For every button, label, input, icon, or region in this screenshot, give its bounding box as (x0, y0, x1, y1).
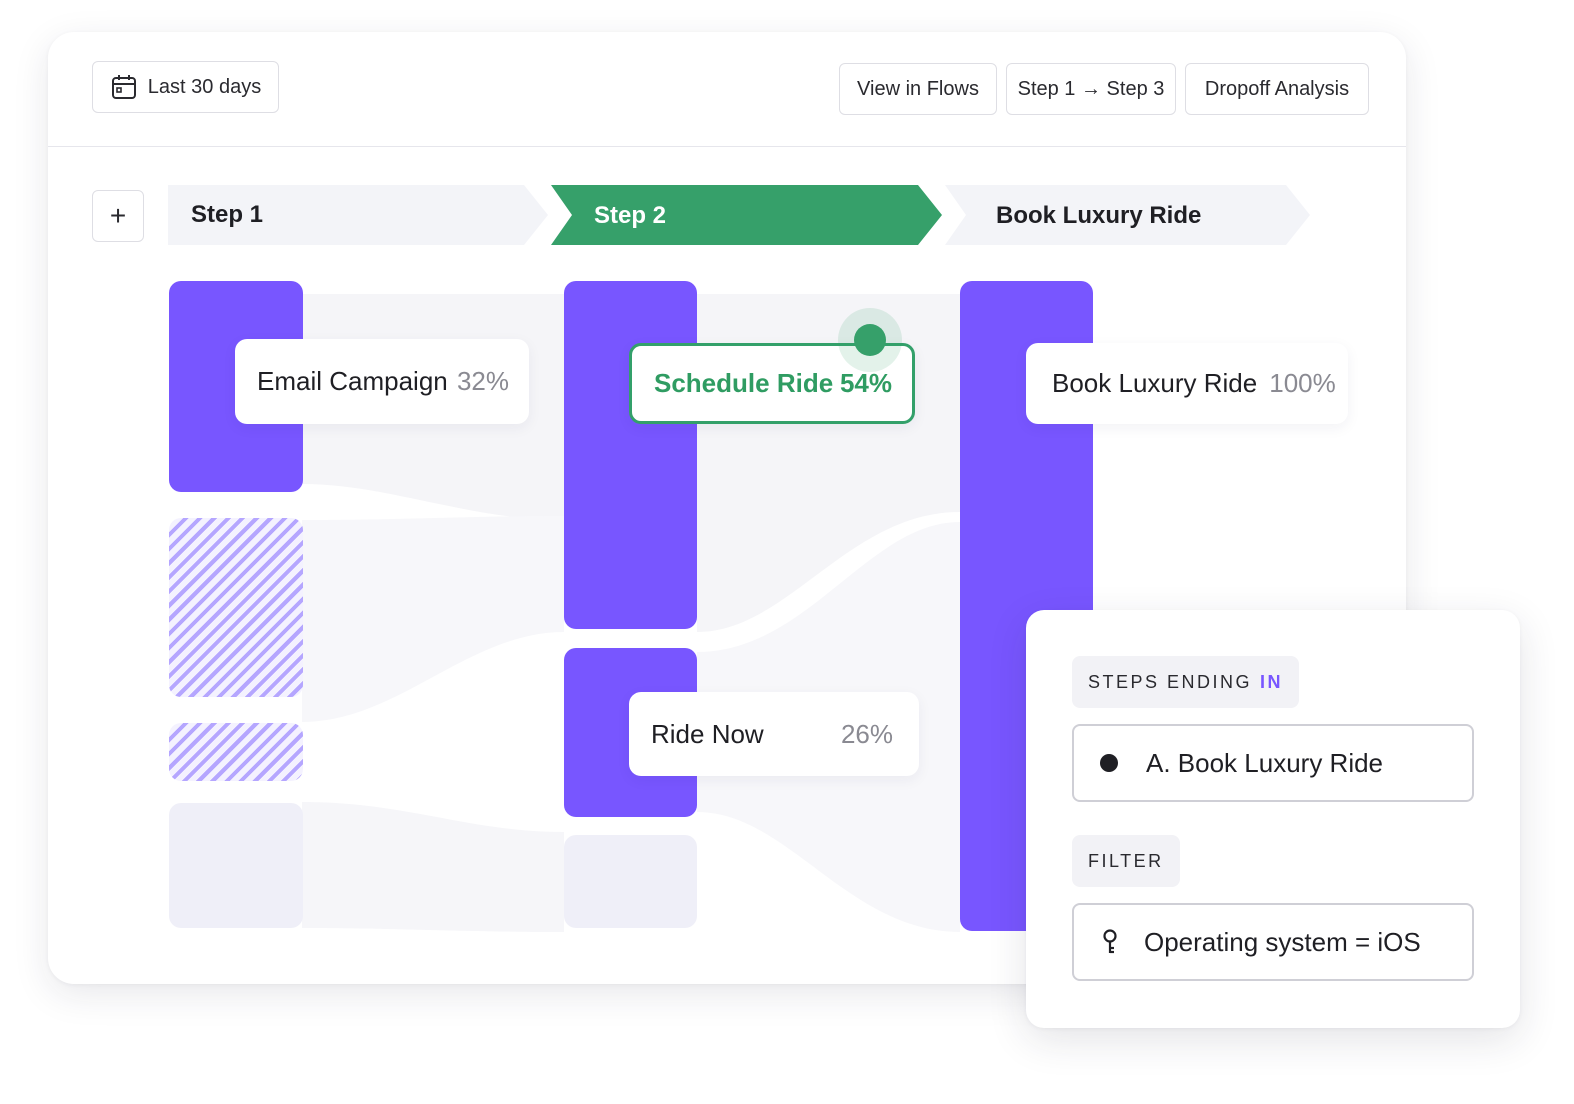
step-tab-2[interactable]: Step 2 (594, 186, 666, 246)
steps-ending-accent: IN (1260, 671, 1284, 692)
key-icon (1100, 928, 1120, 956)
filter-chip: FILTER (1072, 835, 1180, 887)
step-tab-1-label: Step 1 (191, 201, 264, 228)
node-percent: 32% (456, 366, 509, 396)
node-label-ride-now[interactable]: Ride Now 26% (629, 692, 919, 776)
node-name: Ride Now (651, 718, 764, 749)
node-name: Email Campaign (257, 366, 448, 396)
flow-bar-dropoff[interactable] (169, 518, 303, 697)
dot-icon (1100, 754, 1118, 772)
flow-bar-schedule-ride[interactable] (564, 281, 697, 629)
flow-ribbon (302, 516, 564, 722)
node-percent: 100% (1269, 368, 1336, 398)
steps-ending-chip: STEPS ENDING IN (1072, 656, 1300, 708)
step-tab-3[interactable]: Book Luxury Ride (996, 186, 1201, 246)
flow-bar-other[interactable] (564, 835, 697, 928)
steps-ending-label: STEPS ENDING (1088, 671, 1253, 692)
node-percent: 26% (840, 718, 893, 749)
flow-ribbon (302, 802, 564, 932)
filter-label: FILTER (1088, 850, 1164, 871)
node-label-book-luxury-ride[interactable]: Book Luxury Ride 100% (1026, 343, 1348, 424)
step-tab-3-label: Book Luxury Ride (996, 202, 1202, 229)
node-label-email-campaign[interactable]: Email Campaign 32% (235, 339, 529, 424)
ending-step-value: A. Book Luxury Ride (1146, 747, 1384, 778)
filter-value: Operating system = iOS (1144, 926, 1421, 957)
node-name: Schedule Ride (654, 368, 834, 398)
steps-filter-panel: STEPS ENDING IN A. Book Luxury Ride FILT… (1026, 610, 1520, 1028)
flow-bar-dropoff[interactable] (169, 723, 303, 781)
filter-field[interactable]: Operating system = iOS (1072, 903, 1474, 981)
node-name: Book Luxury Ride (1052, 368, 1258, 398)
flow-bar-other[interactable] (169, 803, 303, 928)
step-tab-1[interactable]: Step 1 (191, 185, 263, 245)
step-tab-2-label: Step 2 (594, 202, 667, 229)
ending-step-field[interactable]: A. Book Luxury Ride (1072, 724, 1474, 802)
selection-handle-icon[interactable] (836, 306, 904, 374)
